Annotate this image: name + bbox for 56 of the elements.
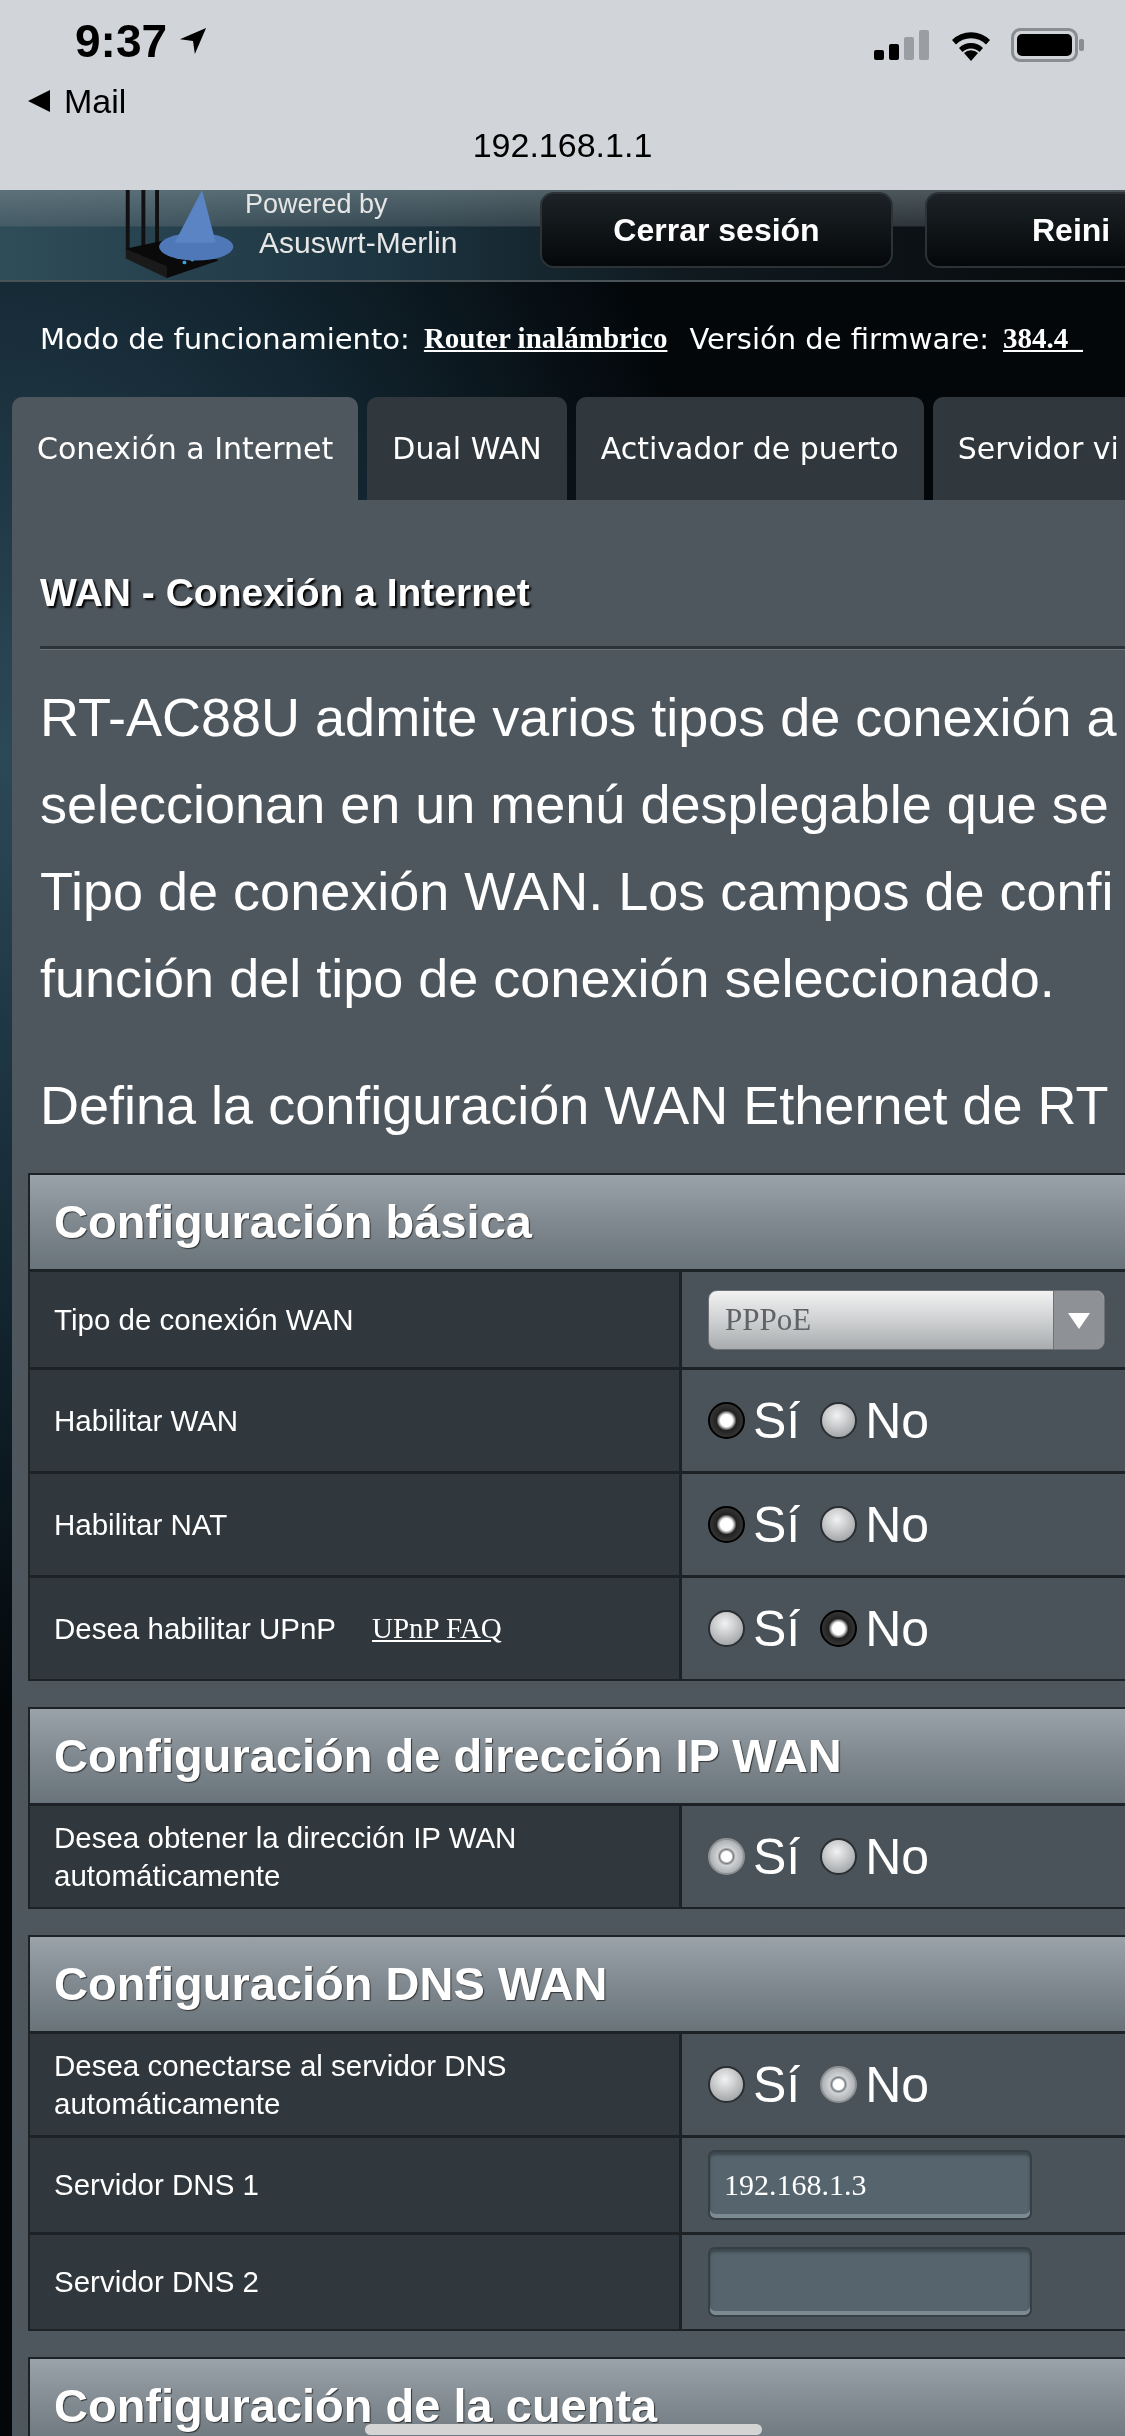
- row-label: Servidor DNS 2: [54, 2264, 259, 2300]
- battery-icon: [1011, 28, 1085, 62]
- radio-button[interactable]: [820, 1506, 858, 1543]
- back-triangle-icon: [28, 90, 50, 112]
- wifi-icon: [949, 29, 993, 61]
- radio-option-label[interactable]: Sí: [753, 1392, 801, 1449]
- radio-button[interactable]: [708, 2066, 745, 2103]
- tab[interactable]: Conexión a Internet: [12, 397, 359, 500]
- info-label: Modo de funcionamiento:: [40, 321, 410, 356]
- section-header: Configuración DNS WAN: [30, 1937, 1125, 2031]
- back-to-mail-link[interactable]: Mail: [28, 82, 127, 120]
- instruction-text: Defina la configuración WAN Ethernet de RT: [40, 1074, 1110, 1137]
- row-label: Desea habilitar UPnP: [54, 1610, 337, 1647]
- page-title: WAN - Conexión a Internet: [40, 571, 531, 615]
- radio-button[interactable]: [820, 1838, 858, 1875]
- section-header: Configuración de la cuenta: [30, 2359, 1125, 2436]
- tab[interactable]: Servidor vi: [932, 397, 1125, 500]
- radio-button[interactable]: [708, 1506, 745, 1543]
- radio-button[interactable]: [708, 1402, 745, 1439]
- tab[interactable]: Activador de puerto: [575, 397, 924, 500]
- info-value-link[interactable]: Router inalámbrico: [423, 322, 668, 355]
- powered-by-text: Powered by: [245, 190, 389, 218]
- row-label: Habilitar WAN: [54, 1402, 239, 1439]
- clock-time: 9:37: [75, 16, 168, 66]
- radio-option-label[interactable]: No: [865, 1496, 930, 1553]
- radio-option-label[interactable]: Sí: [753, 1600, 801, 1657]
- info-value-link[interactable]: 384.4_: [1003, 322, 1083, 355]
- tab[interactable]: Dual WAN: [367, 397, 567, 500]
- row-label: Habilitar NAT: [54, 1506, 228, 1543]
- radio-option-label[interactable]: Sí: [753, 2056, 801, 2113]
- faq-link[interactable]: UPnP FAQ: [372, 1612, 502, 1645]
- section-header: Configuración de dirección IP WAN: [30, 1709, 1125, 1803]
- dropdown-select[interactable]: PPPoE: [708, 1289, 1105, 1350]
- radio-option-label[interactable]: No: [865, 1392, 930, 1449]
- row-label: Servidor DNS 1: [54, 2167, 259, 2203]
- radio-option-label[interactable]: Sí: [753, 1496, 801, 1553]
- brand-name: Asuswrt-Merlin: [258, 226, 459, 260]
- radio-option-label[interactable]: No: [865, 1828, 930, 1885]
- signal-bars-icon: [874, 30, 931, 60]
- header-button[interactable]: Reini: [925, 192, 1125, 268]
- row-label: Desea obtener la dirección IP WAN automáticamente: [54, 1819, 518, 1894]
- location-arrow-icon: [179, 27, 208, 55]
- url-address[interactable]: 192.168.1.1: [472, 125, 653, 165]
- dropdown-caret-icon: [1053, 1290, 1104, 1349]
- header-button[interactable]: Cerrar sesión: [540, 192, 893, 268]
- radio-button[interactable]: [820, 1402, 858, 1439]
- section-header: Configuración básica: [30, 1175, 1125, 1269]
- description-text: RT-AC88U admite varios tipos de conexión a seleccionan en un menú desplegable que se Tipo de conexión WAN. Los campos de confi función del tipo de conexión seleccionado.: [40, 686, 1118, 1010]
- info-label: Versión de firmware:: [689, 321, 990, 356]
- text-input-field[interactable]: [708, 2247, 1032, 2317]
- row-label: Tipo de conexión WAN: [54, 1301, 354, 1338]
- text-input-field[interactable]: 192.168.1.3: [708, 2150, 1032, 2220]
- radio-button[interactable]: [708, 1610, 745, 1647]
- row-label: Desea conectarse al servidor DNS automáticamente: [54, 2047, 508, 2122]
- radio-option-label[interactable]: No: [865, 1600, 930, 1657]
- radio-button[interactable]: [820, 1610, 858, 1647]
